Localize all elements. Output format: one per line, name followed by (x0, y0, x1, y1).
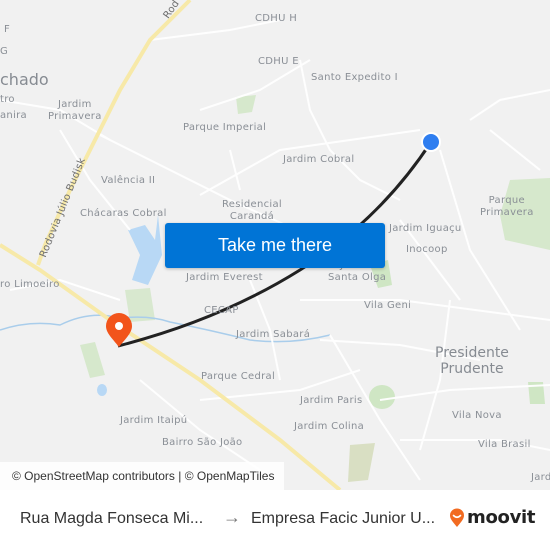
map-label-jardim-colina: Jardim Colina (294, 421, 365, 432)
arrow-right-icon: → (223, 507, 241, 527)
moovit-wordmark: moovit (467, 507, 536, 528)
map-label-parque-imperial: Parque Imperial (183, 122, 267, 133)
map-label-jardim-iguacu: Jardim Iguaçu (389, 223, 462, 234)
map-label-bairro-sao-joao: Bairro São João (162, 437, 243, 448)
map-label-jardim-itaipu: Jardim Itaipú (120, 415, 188, 426)
map-label-tro: tro (0, 94, 15, 105)
map-label-anira: anira (0, 110, 27, 121)
take-me-there-button[interactable]: Take me there (165, 223, 385, 268)
map-label-cecap: CECAP (204, 305, 239, 316)
map-label-jardim-primavera: Jardim Primavera (48, 99, 102, 122)
park-area (369, 385, 395, 409)
map[interactable]: CDHU H CDHU E Santo Expedito I chado F G… (0, 0, 550, 490)
map-label-limoeiro: ro Limoeiro (0, 279, 60, 290)
moovit-logo[interactable]: moovit (449, 507, 536, 528)
lake (128, 215, 162, 285)
map-label-residencial-caranda: Residencial Carandá (222, 199, 282, 222)
map-label-valencia: Valência II (101, 175, 156, 186)
map-label-g: G (0, 46, 9, 57)
map-label-presidente-prudente: Presidente Prudente (435, 345, 509, 378)
map-label-cdhu-e: CDHU E (258, 56, 299, 67)
map-attribution[interactable]: © OpenStreetMap contributors | © OpenMap… (0, 462, 285, 490)
destination-name: Empresa Facic Junior U... (251, 510, 436, 527)
map-label-santo-expedito: Santo Expedito I (311, 72, 398, 83)
moovit-pin-icon (450, 508, 464, 527)
map-label-vila-brasil: Vila Brasil (478, 439, 531, 450)
footer-bar: Rua Magda Fonseca Mi... → Empresa Facic … (0, 490, 550, 550)
pond (97, 384, 107, 396)
map-label-jardim-everest: Jardim Everest (186, 272, 263, 283)
park-area (348, 443, 375, 482)
map-label-parque-cedral: Parque Cedral (201, 371, 276, 382)
map-label-chacaras-cobral: Chácaras Cobral (80, 208, 167, 219)
map-label-jardim-cobral: Jardim Cobral (283, 154, 355, 165)
map-label-inocoop: Inocoop (406, 244, 448, 255)
map-label-jardim-paris: Jardim Paris (300, 395, 363, 406)
map-label-machado: chado (0, 70, 49, 89)
park-area (80, 342, 105, 378)
origin-marker[interactable] (423, 134, 439, 150)
origin-name: Rua Magda Fonseca Mi... (20, 510, 204, 527)
map-label-parque-primavera: Parque Primavera (480, 195, 534, 218)
map-label-jardim-sabara: Jardim Sabará (236, 329, 311, 340)
map-label-f: F (4, 24, 11, 35)
map-label-vila-nova: Vila Nova (452, 410, 502, 421)
map-label-jard: Jard (531, 472, 550, 483)
map-label-cdhu-h: CDHU H (255, 13, 298, 24)
map-label-vila-geni: Vila Geni (364, 300, 412, 311)
